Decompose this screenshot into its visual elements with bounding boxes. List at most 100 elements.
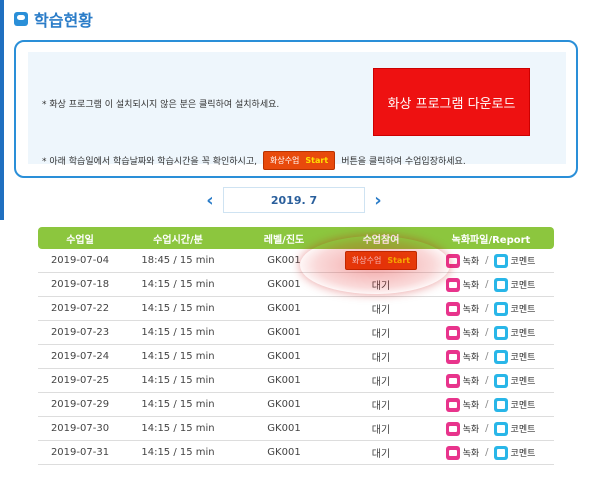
row-attendance: 대기 xyxy=(334,373,428,388)
chat-bubble-icon xyxy=(14,12,28,26)
recording-icon[interactable] xyxy=(445,421,460,436)
recording-link[interactable]: 녹화 xyxy=(463,350,480,363)
table-row: 2019-07-23 14:15 / 15 min GK001 대기 녹화 / 코멘트 xyxy=(38,321,554,345)
row-attendance: 화상수업 Start xyxy=(334,251,428,270)
left-accent-bar xyxy=(0,0,4,220)
info-panel-inner: * 화상 프로그램 이 설치되시지 않은 분은 클릭하여 설치하세요. 화상 프… xyxy=(28,52,566,170)
recording-link[interactable]: 녹화 xyxy=(463,446,480,459)
table-row: 2019-07-18 14:15 / 15 min GK001 대기 녹화 / 코멘트 xyxy=(38,273,554,297)
row-actions: 녹화 / 코멘트 xyxy=(428,373,554,388)
sample-start-label: 화상수업 xyxy=(269,156,300,165)
status-text: 대기 xyxy=(371,353,391,364)
row-date: 2019-07-24 xyxy=(50,351,110,362)
table-row: 2019-07-30 14:15 / 15 min GK001 대기 녹화 / 코멘트 xyxy=(38,417,554,441)
page-title: 학습현황 xyxy=(34,11,93,30)
header-time: 수업시간/분 xyxy=(153,234,203,246)
recording-link[interactable]: 녹화 xyxy=(463,374,480,387)
recording-icon[interactable] xyxy=(445,445,460,460)
table-body: 2019-07-04 18:45 / 15 min GK001 화상수업 Start 녹화… xyxy=(38,249,554,465)
comment-icon[interactable] xyxy=(493,445,508,460)
table-row: 2019-07-25 14:15 / 15 min GK001 대기 녹화 / 코멘트 xyxy=(38,369,554,393)
row-date: 2019-07-31 xyxy=(50,447,110,458)
table-row: 2019-07-29 14:15 / 15 min GK001 대기 녹화 / 코멘트 xyxy=(38,393,554,417)
row-attendance: 대기 xyxy=(334,445,428,460)
comment-link[interactable]: 코멘트 xyxy=(511,398,536,411)
comment-icon[interactable] xyxy=(493,253,508,268)
recording-icon[interactable] xyxy=(445,277,460,292)
row-date: 2019-07-25 xyxy=(50,375,110,386)
recording-link[interactable]: 녹화 xyxy=(463,302,480,315)
row-time: 14:15 / 15 min xyxy=(141,399,215,410)
row-level: GK001 xyxy=(267,327,301,338)
row-actions: 녹화 / 코멘트 xyxy=(428,277,554,292)
page-header: 학습현황 xyxy=(14,8,93,30)
comment-icon[interactable] xyxy=(493,301,508,316)
join-notice-before: * 아래 학습일에서 학습날짜와 학습시간을 꼭 확인하시고, xyxy=(42,157,257,167)
status-text: 대기 xyxy=(371,401,391,412)
comment-icon[interactable] xyxy=(493,373,508,388)
comment-link[interactable]: 코멘트 xyxy=(511,446,536,459)
row-actions: 녹화 / 코멘트 xyxy=(428,397,554,412)
recording-link[interactable]: 녹화 xyxy=(463,254,480,267)
row-actions: 녹화 / 코멘트 xyxy=(428,421,554,436)
next-month-chevron-icon[interactable]: › xyxy=(365,187,391,213)
header-level: 레벨/진도 xyxy=(263,234,305,246)
comment-icon[interactable] xyxy=(493,277,508,292)
row-date: 2019-07-23 xyxy=(50,327,110,338)
row-actions: 녹화 / 코멘트 xyxy=(428,301,554,316)
comment-link[interactable]: 코멘트 xyxy=(511,350,536,363)
install-notice: * 화상 프로그램 이 설치되시지 않은 분은 클릭하여 설치하세요. xyxy=(42,100,280,110)
comment-icon[interactable] xyxy=(493,421,508,436)
row-time: 14:15 / 15 min xyxy=(141,375,215,386)
recording-icon[interactable] xyxy=(445,373,460,388)
recording-icon[interactable] xyxy=(445,253,460,268)
status-text: 대기 xyxy=(371,449,391,460)
row-attendance: 대기 xyxy=(334,325,428,340)
recording-icon[interactable] xyxy=(445,325,460,340)
recording-icon[interactable] xyxy=(445,301,460,316)
recording-link[interactable]: 녹화 xyxy=(463,326,480,339)
row-level: GK001 xyxy=(267,423,301,434)
recording-link[interactable]: 녹화 xyxy=(463,278,480,291)
comment-icon[interactable] xyxy=(493,349,508,364)
row-attendance: 대기 xyxy=(334,349,428,364)
start-class-word: Start xyxy=(387,256,411,265)
status-text: 대기 xyxy=(371,425,391,436)
recording-link[interactable]: 녹화 xyxy=(463,398,480,411)
table-row: 2019-07-24 14:15 / 15 min GK001 대기 녹화 / 코멘트 xyxy=(38,345,554,369)
separator: / xyxy=(485,303,489,314)
row-date: 2019-07-04 xyxy=(50,255,110,266)
separator: / xyxy=(485,327,489,338)
status-text: 대기 xyxy=(371,329,391,340)
recording-icon[interactable] xyxy=(445,349,460,364)
separator: / xyxy=(485,255,489,266)
row-time: 18:45 / 15 min xyxy=(141,255,215,266)
info-panel: * 화상 프로그램 이 설치되시지 않은 분은 클릭하여 설치하세요. 화상 프… xyxy=(14,40,578,178)
separator: / xyxy=(485,375,489,386)
comment-link[interactable]: 코멘트 xyxy=(511,302,536,315)
comment-icon[interactable] xyxy=(493,397,508,412)
recording-link[interactable]: 녹화 xyxy=(463,422,480,435)
comment-link[interactable]: 코멘트 xyxy=(511,254,536,267)
separator: / xyxy=(485,447,489,458)
prev-month-chevron-icon[interactable]: ‹ xyxy=(197,187,223,213)
row-actions: 녹화 / 코멘트 xyxy=(428,253,554,268)
comment-link[interactable]: 코멘트 xyxy=(511,374,536,387)
row-time: 14:15 / 15 min xyxy=(141,279,215,290)
start-class-button[interactable]: 화상수업 Start xyxy=(344,251,418,270)
status-text: 대기 xyxy=(371,377,391,388)
separator: / xyxy=(485,351,489,362)
status-text: 대기 xyxy=(371,305,391,316)
comment-icon[interactable] xyxy=(493,325,508,340)
recording-icon[interactable] xyxy=(445,397,460,412)
comment-link[interactable]: 코멘트 xyxy=(511,422,536,435)
comment-link[interactable]: 코멘트 xyxy=(511,326,536,339)
row-actions: 녹화 / 코멘트 xyxy=(428,325,554,340)
download-program-button[interactable]: 화상 프로그램 다운로드 xyxy=(373,68,530,136)
row-level: GK001 xyxy=(267,375,301,386)
status-text: 대기 xyxy=(371,281,391,292)
row-level: GK001 xyxy=(267,351,301,362)
comment-link[interactable]: 코멘트 xyxy=(511,278,536,291)
separator: / xyxy=(485,423,489,434)
header-recording: 녹화파일/Report xyxy=(451,234,531,246)
